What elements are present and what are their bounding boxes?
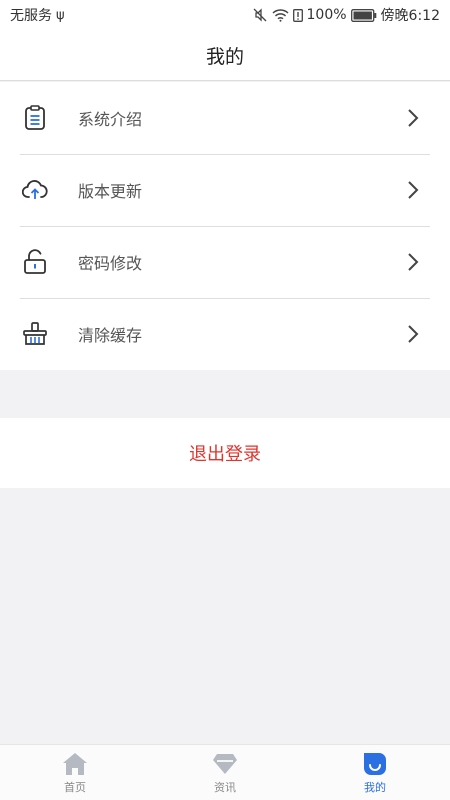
logout-button[interactable]: 退出登录 — [0, 418, 450, 488]
page-header: 我的 — [0, 30, 450, 81]
menu-item-system-intro[interactable]: 系统介绍 — [0, 82, 450, 154]
page-title: 我的 — [205, 45, 244, 68]
menu-item-clear-cache[interactable]: 清除缓存 — [0, 298, 450, 370]
chevron-right-icon — [406, 252, 420, 272]
tab-label: 资讯 — [214, 780, 236, 794]
chevron-right-icon — [406, 180, 420, 200]
smile-icon — [361, 751, 389, 777]
bottom-tab-bar: 首页 资讯 我的 — [0, 744, 450, 800]
battery-icon — [350, 8, 377, 22]
sim-alert-icon — [292, 8, 303, 22]
battery-percent: 100% — [306, 7, 347, 23]
menu-item-label: 密码修改 — [78, 254, 143, 273]
logout-label: 退出登录 — [189, 444, 261, 465]
tab-home[interactable]: 首页 — [0, 745, 150, 800]
tab-label: 首页 — [64, 780, 86, 794]
clock-text: 傍晚6:12 — [380, 8, 440, 24]
status-bar: 无服务 ψ 100% 傍晚6:12 — [0, 0, 450, 30]
mute-icon — [253, 8, 268, 22]
status-left: 无服务 ψ — [10, 5, 65, 25]
menu-item-label: 版本更新 — [78, 182, 143, 201]
wifi-icon — [272, 8, 289, 22]
usb-icon: ψ — [56, 7, 65, 23]
menu-item-label: 清除缓存 — [78, 326, 143, 345]
menu-item-password-change[interactable]: 密码修改 — [0, 226, 450, 298]
status-right: 100% 傍晚6:12 — [253, 5, 440, 25]
settings-menu: 系统介绍 版本更新 密码修改 清除缓存 — [0, 82, 450, 370]
document-icon — [22, 105, 48, 131]
tab-mine[interactable]: 我的 — [300, 745, 450, 800]
carrier-text: 无服务 — [10, 8, 52, 24]
tab-label: 我的 — [364, 780, 386, 794]
chevron-right-icon — [406, 108, 420, 128]
menu-item-label: 系统介绍 — [78, 110, 143, 129]
home-icon — [61, 751, 89, 777]
cloud-upload-icon — [22, 177, 48, 203]
chevron-right-icon — [406, 324, 420, 344]
diamond-icon — [211, 751, 239, 777]
basket-icon — [22, 321, 48, 347]
tab-news[interactable]: 资讯 — [150, 745, 300, 800]
menu-item-version-update[interactable]: 版本更新 — [0, 154, 450, 226]
lock-icon — [22, 249, 48, 275]
